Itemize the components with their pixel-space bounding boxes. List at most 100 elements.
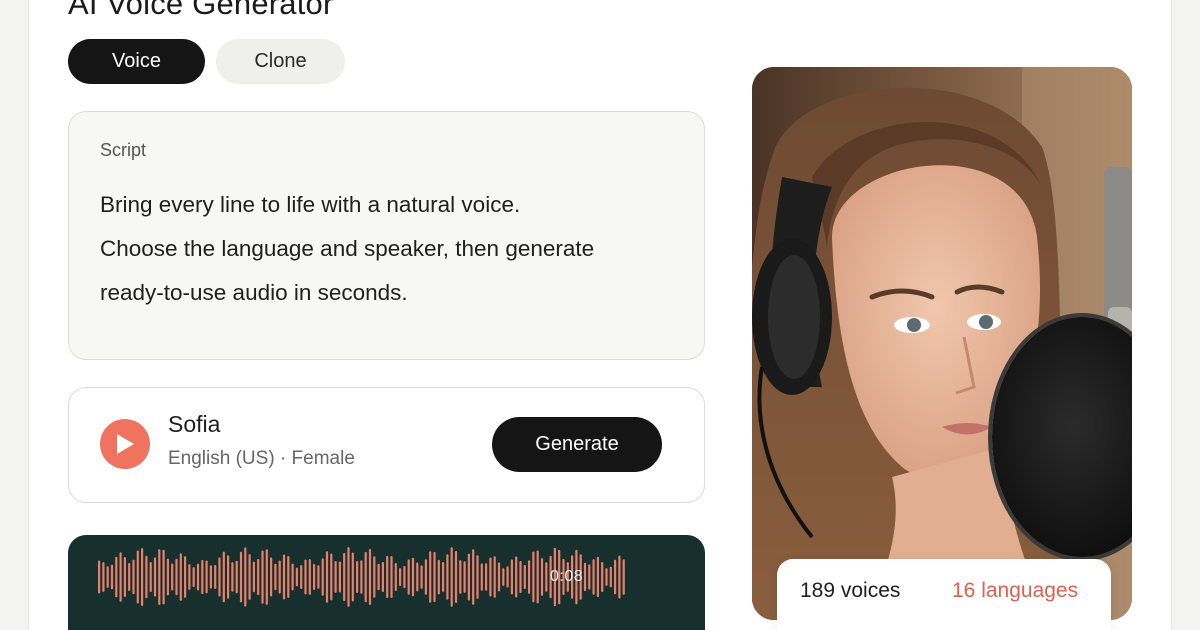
waveform-bar xyxy=(270,557,273,597)
audio-waveform-player[interactable]: 0:08 xyxy=(68,535,705,630)
waveform-bar xyxy=(480,563,483,591)
waveform-bar xyxy=(377,563,380,591)
waveform-bar xyxy=(343,552,346,602)
waveform-bar xyxy=(364,551,367,603)
waveform-bar xyxy=(106,566,109,588)
languages-count: 16 languages xyxy=(952,579,1079,602)
waveform-bar xyxy=(592,559,595,595)
waveform-bar xyxy=(407,559,410,595)
generate-button[interactable]: Generate xyxy=(492,417,662,472)
waveform-bar xyxy=(123,557,126,597)
waveform-bar xyxy=(171,563,174,591)
waveform-bar xyxy=(231,562,234,592)
waveform-bar xyxy=(136,550,139,604)
waveform-bar xyxy=(205,560,208,594)
waveform-bar xyxy=(381,562,384,592)
waveform-bar xyxy=(515,556,518,598)
waveform-bar xyxy=(278,560,281,594)
waveform-bar xyxy=(102,562,105,592)
waveform-bar xyxy=(317,565,320,589)
waveform-bar xyxy=(588,564,591,590)
waveform-bar xyxy=(420,565,423,589)
waveform-bar xyxy=(403,566,406,589)
waveform-bar xyxy=(463,561,466,593)
waveform-bar xyxy=(493,556,496,598)
waveform-bar xyxy=(300,565,303,589)
script-line: Choose the language and speaker, then ge… xyxy=(100,236,595,261)
waveform-bar xyxy=(390,556,393,598)
waveform-bar xyxy=(510,559,513,595)
waveform-bar xyxy=(291,563,294,591)
waveform-bar xyxy=(545,562,548,592)
waveform-bar xyxy=(351,552,354,602)
waveform-bar xyxy=(321,558,324,596)
waveform-bar xyxy=(128,563,131,591)
waveform-bar xyxy=(360,560,363,594)
waveform-bar xyxy=(261,550,264,604)
waveform-bar xyxy=(618,555,621,599)
waveform-bar xyxy=(248,554,251,600)
waveform-bar xyxy=(214,565,217,589)
waveform-bar xyxy=(373,556,376,598)
tab-voice[interactable]: Voice xyxy=(68,39,205,84)
waveform-bar xyxy=(519,561,522,594)
waveform-bar xyxy=(201,559,204,595)
stats-card: 189 voices 16 languages xyxy=(777,559,1111,630)
page-title: AI Voice Generator xyxy=(68,0,334,21)
script-line: ready-to-use audio in seconds. xyxy=(100,280,408,305)
waveform-bar xyxy=(196,563,200,591)
waveform-bar xyxy=(244,547,247,607)
waveform-bar xyxy=(192,567,195,587)
waveform-bar xyxy=(149,562,152,593)
waveform-bar xyxy=(295,567,298,587)
waveform-bar xyxy=(287,556,290,598)
waveform-bar xyxy=(330,553,333,601)
waveform-bar xyxy=(532,551,535,603)
waveform-bar xyxy=(257,558,260,596)
waveform-bar xyxy=(442,562,445,592)
waveform-bar xyxy=(596,556,599,598)
waveform-bar xyxy=(184,556,187,598)
waveform-bar xyxy=(119,552,122,602)
script-textarea[interactable]: Script Bring every line to life with a n… xyxy=(68,111,705,360)
waveform-bar xyxy=(347,547,350,607)
waveform-bar xyxy=(282,554,286,600)
play-preview-button[interactable] xyxy=(100,419,150,469)
waveform-bar xyxy=(506,566,509,588)
waveform-bar xyxy=(528,560,531,594)
playback-time: 0:08 xyxy=(550,568,584,585)
waveform-bar xyxy=(115,556,118,598)
script-text[interactable]: Bring every line to life with a natural … xyxy=(100,183,680,315)
waveform-bar xyxy=(399,568,402,587)
tab-clone[interactable]: Clone xyxy=(216,39,345,84)
waveform-bar xyxy=(450,547,453,607)
waveform-bar xyxy=(523,564,526,590)
waveform-bar xyxy=(437,559,440,595)
waveform-bar xyxy=(601,562,604,592)
waveform-bar xyxy=(98,560,101,594)
waveform-bar xyxy=(536,550,539,604)
waveform-bar xyxy=(338,561,341,593)
waveform-bar xyxy=(424,559,427,595)
waveform-bar xyxy=(454,551,458,603)
waveform-bar xyxy=(394,563,397,591)
waveform-bar xyxy=(252,561,255,593)
waveform-bar xyxy=(162,549,165,605)
waveform-bar xyxy=(583,562,587,592)
waveform-bar xyxy=(179,553,182,601)
waveform-bar xyxy=(489,557,492,597)
waveform-bar xyxy=(614,559,617,595)
script-line: Bring every line to life with a natural … xyxy=(100,192,521,217)
waveform-bar xyxy=(222,551,225,603)
waveform-bar xyxy=(110,564,114,590)
waveform-bar xyxy=(609,566,612,588)
voice-meta: English (US) · Female xyxy=(168,448,355,469)
waveform-bar xyxy=(145,555,148,599)
waveform-bar xyxy=(218,557,221,597)
waveform-bar xyxy=(605,568,608,586)
waveform-bar xyxy=(622,559,625,595)
waveform-bar xyxy=(235,560,238,594)
waveform-bar xyxy=(308,559,311,595)
waveform-bar xyxy=(497,562,501,592)
waveform-bar xyxy=(239,551,243,603)
